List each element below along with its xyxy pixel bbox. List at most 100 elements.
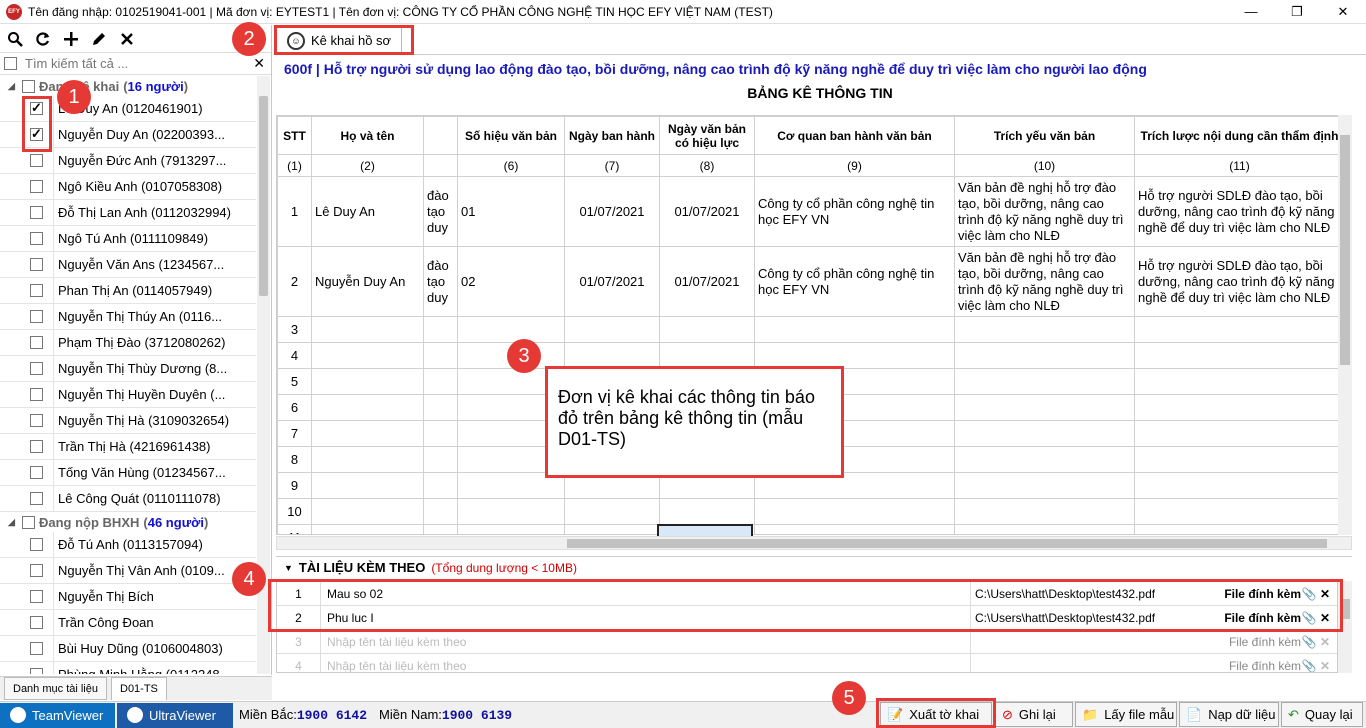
- grid-cell[interactable]: 9: [277, 472, 312, 499]
- employee-list-item[interactable]: Nguyễn Thị Vân Anh (0109...: [0, 557, 256, 584]
- grid-cell[interactable]: [457, 524, 565, 534]
- grid-cell-hidden[interactable]: đào tạo duy: [423, 246, 458, 317]
- grid-cell[interactable]: [311, 498, 424, 525]
- grid-cell[interactable]: [423, 420, 458, 447]
- employee-list-item[interactable]: Đỗ Tú Anh (0113157094): [0, 531, 256, 558]
- grid-cell[interactable]: [423, 316, 458, 343]
- grid-cell-name[interactable]: Lê Duy An: [311, 176, 424, 247]
- grid-cell[interactable]: [311, 420, 424, 447]
- close-button[interactable]: ✕: [1320, 0, 1366, 24]
- grid-cell[interactable]: [659, 498, 755, 525]
- remove-attachment-icon[interactable]: ✕: [1317, 635, 1333, 649]
- group-dang-ke-khai[interactable]: ◢ Đang kê khai (16 người): [0, 76, 256, 96]
- back-button[interactable]: ↶ Quay lại: [1281, 702, 1363, 727]
- grid-cell[interactable]: [311, 394, 424, 421]
- employee-checkbox[interactable]: [30, 232, 43, 245]
- grid-cell[interactable]: [954, 342, 1135, 369]
- maximize-button[interactable]: ❐: [1274, 0, 1320, 24]
- teamviewer-button[interactable]: TeamViewer: [0, 702, 115, 728]
- grid-cell-ngay-bh[interactable]: 01/07/2021: [564, 246, 660, 317]
- attachment-name-input[interactable]: Nhập tên tài liệu kèm theo: [321, 653, 971, 672]
- close-icon[interactable]: [116, 28, 138, 50]
- grid-cell[interactable]: [954, 368, 1135, 395]
- paperclip-icon[interactable]: 📎: [1301, 635, 1317, 649]
- grid-cell[interactable]: [954, 316, 1135, 343]
- employee-checkbox[interactable]: [30, 206, 43, 219]
- employee-list-item[interactable]: Phan Thị An (0114057949): [0, 277, 256, 304]
- grid-cell-trich-yeu[interactable]: Văn bản đề nghị hỗ trợ đào tạo, bồi dưỡn…: [954, 176, 1135, 247]
- tab-danh-muc-tai-lieu[interactable]: Danh mục tài liệu: [4, 677, 107, 700]
- collapse-icon[interactable]: ◢: [8, 81, 18, 92]
- employee-checkbox[interactable]: [30, 310, 43, 323]
- grid-cell[interactable]: [564, 498, 660, 525]
- get-template-button[interactable]: 📁 Lấy file mẫu: [1075, 702, 1177, 727]
- clear-search-icon[interactable]: ✕: [253, 55, 265, 72]
- grid-cell[interactable]: 5: [277, 368, 312, 395]
- grid-cell-co-quan[interactable]: Công ty cổ phần công nghệ tin học EFY VN: [754, 176, 955, 247]
- grid-cell-ngay-bh[interactable]: 01/07/2021: [564, 176, 660, 247]
- ultraviewer-button[interactable]: UltraViewer: [117, 702, 233, 728]
- grid-cell[interactable]: [311, 472, 424, 499]
- employee-list-item[interactable]: Nguyễn Văn Ans (1234567...: [0, 251, 256, 278]
- load-data-button[interactable]: 📄 Nạp dữ liệu: [1179, 702, 1279, 727]
- grid-cell[interactable]: [1134, 472, 1345, 499]
- group-checkbox[interactable]: [22, 515, 35, 529]
- grid-cell-trich-yeu[interactable]: Văn bản đề nghị hỗ trợ đào tạo, bồi dưỡn…: [954, 246, 1135, 317]
- grid-cell-hidden[interactable]: đào tạo duy: [423, 176, 458, 247]
- grid-cell[interactable]: [457, 498, 565, 525]
- employee-checkbox[interactable]: [30, 668, 43, 674]
- grid-cell[interactable]: [954, 446, 1135, 473]
- grid-cell[interactable]: [457, 316, 565, 343]
- employee-checkbox[interactable]: [30, 154, 43, 167]
- attach-file-button[interactable]: File đính kèm: [1221, 654, 1301, 673]
- grid-cell[interactable]: [564, 316, 660, 343]
- employee-list-item[interactable]: Trần Thị Hà (4216961438): [0, 433, 256, 460]
- employee-list-item[interactable]: Tống Văn Hùng (01234567...: [0, 459, 256, 486]
- search-input[interactable]: [25, 56, 245, 71]
- grid-cell[interactable]: [423, 342, 458, 369]
- select-all-checkbox[interactable]: [4, 57, 17, 70]
- grid-cell-ngay-hl[interactable]: 01/07/2021: [659, 176, 755, 247]
- grid-cell[interactable]: [311, 316, 424, 343]
- grid-cell[interactable]: [1134, 420, 1345, 447]
- grid-cell[interactable]: [1134, 368, 1345, 395]
- employee-checkbox[interactable]: [30, 180, 43, 193]
- employee-list-item[interactable]: Ngô Kiều Anh (0107058308): [0, 173, 256, 200]
- minimize-button[interactable]: —: [1228, 0, 1274, 24]
- grid-cell-name[interactable]: Nguyễn Duy An: [311, 246, 424, 317]
- grid-cell-co-quan[interactable]: Công ty cổ phần công nghệ tin học EFY VN: [754, 246, 955, 317]
- grid-cell-stt[interactable]: 1: [277, 176, 312, 247]
- grid-cell[interactable]: [1134, 394, 1345, 421]
- employee-checkbox[interactable]: [30, 642, 43, 655]
- grid-cell[interactable]: [954, 524, 1135, 534]
- employee-checkbox[interactable]: [30, 466, 43, 479]
- grid-cell[interactable]: 8: [277, 446, 312, 473]
- employee-checkbox[interactable]: [30, 362, 43, 375]
- grid-cell[interactable]: [423, 446, 458, 473]
- employee-list-item[interactable]: Nguyễn Thị Bích: [0, 583, 256, 610]
- grid-cell[interactable]: [1134, 446, 1345, 473]
- grid-cell[interactable]: [754, 524, 955, 534]
- grid-cell[interactable]: [659, 342, 755, 369]
- grid-cell[interactable]: [1134, 524, 1345, 534]
- grid-cell[interactable]: 10: [277, 498, 312, 525]
- group-dang-nop-bhxh[interactable]: ◢ Đang nộp BHXH (46 người): [0, 512, 256, 532]
- employee-list-item[interactable]: Lê Công Quát (0110111078): [0, 485, 256, 512]
- grid-cell[interactable]: 4: [277, 342, 312, 369]
- grid-cell[interactable]: [954, 394, 1135, 421]
- grid-cell[interactable]: [311, 368, 424, 395]
- grid-cell[interactable]: [423, 394, 458, 421]
- employee-list-item[interactable]: Nguyễn Thị Thúy An (0116...: [0, 303, 256, 330]
- grid-cell-trich-luoc[interactable]: Hỗ trợ người SDLĐ đào tạo, bồi dưỡng, nâ…: [1134, 176, 1345, 247]
- grid-cell-so-hieu[interactable]: 01: [457, 176, 565, 247]
- group-checkbox[interactable]: [22, 79, 35, 93]
- employee-checkbox[interactable]: [30, 388, 43, 401]
- grid-cell[interactable]: 7: [277, 420, 312, 447]
- employee-checkbox[interactable]: [30, 492, 43, 505]
- grid-cell[interactable]: 6: [277, 394, 312, 421]
- grid-cell[interactable]: [954, 472, 1135, 499]
- paperclip-icon[interactable]: 📎: [1301, 659, 1317, 673]
- grid-cell[interactable]: [1134, 316, 1345, 343]
- grid-cell[interactable]: [311, 342, 424, 369]
- employee-checkbox[interactable]: [30, 258, 43, 271]
